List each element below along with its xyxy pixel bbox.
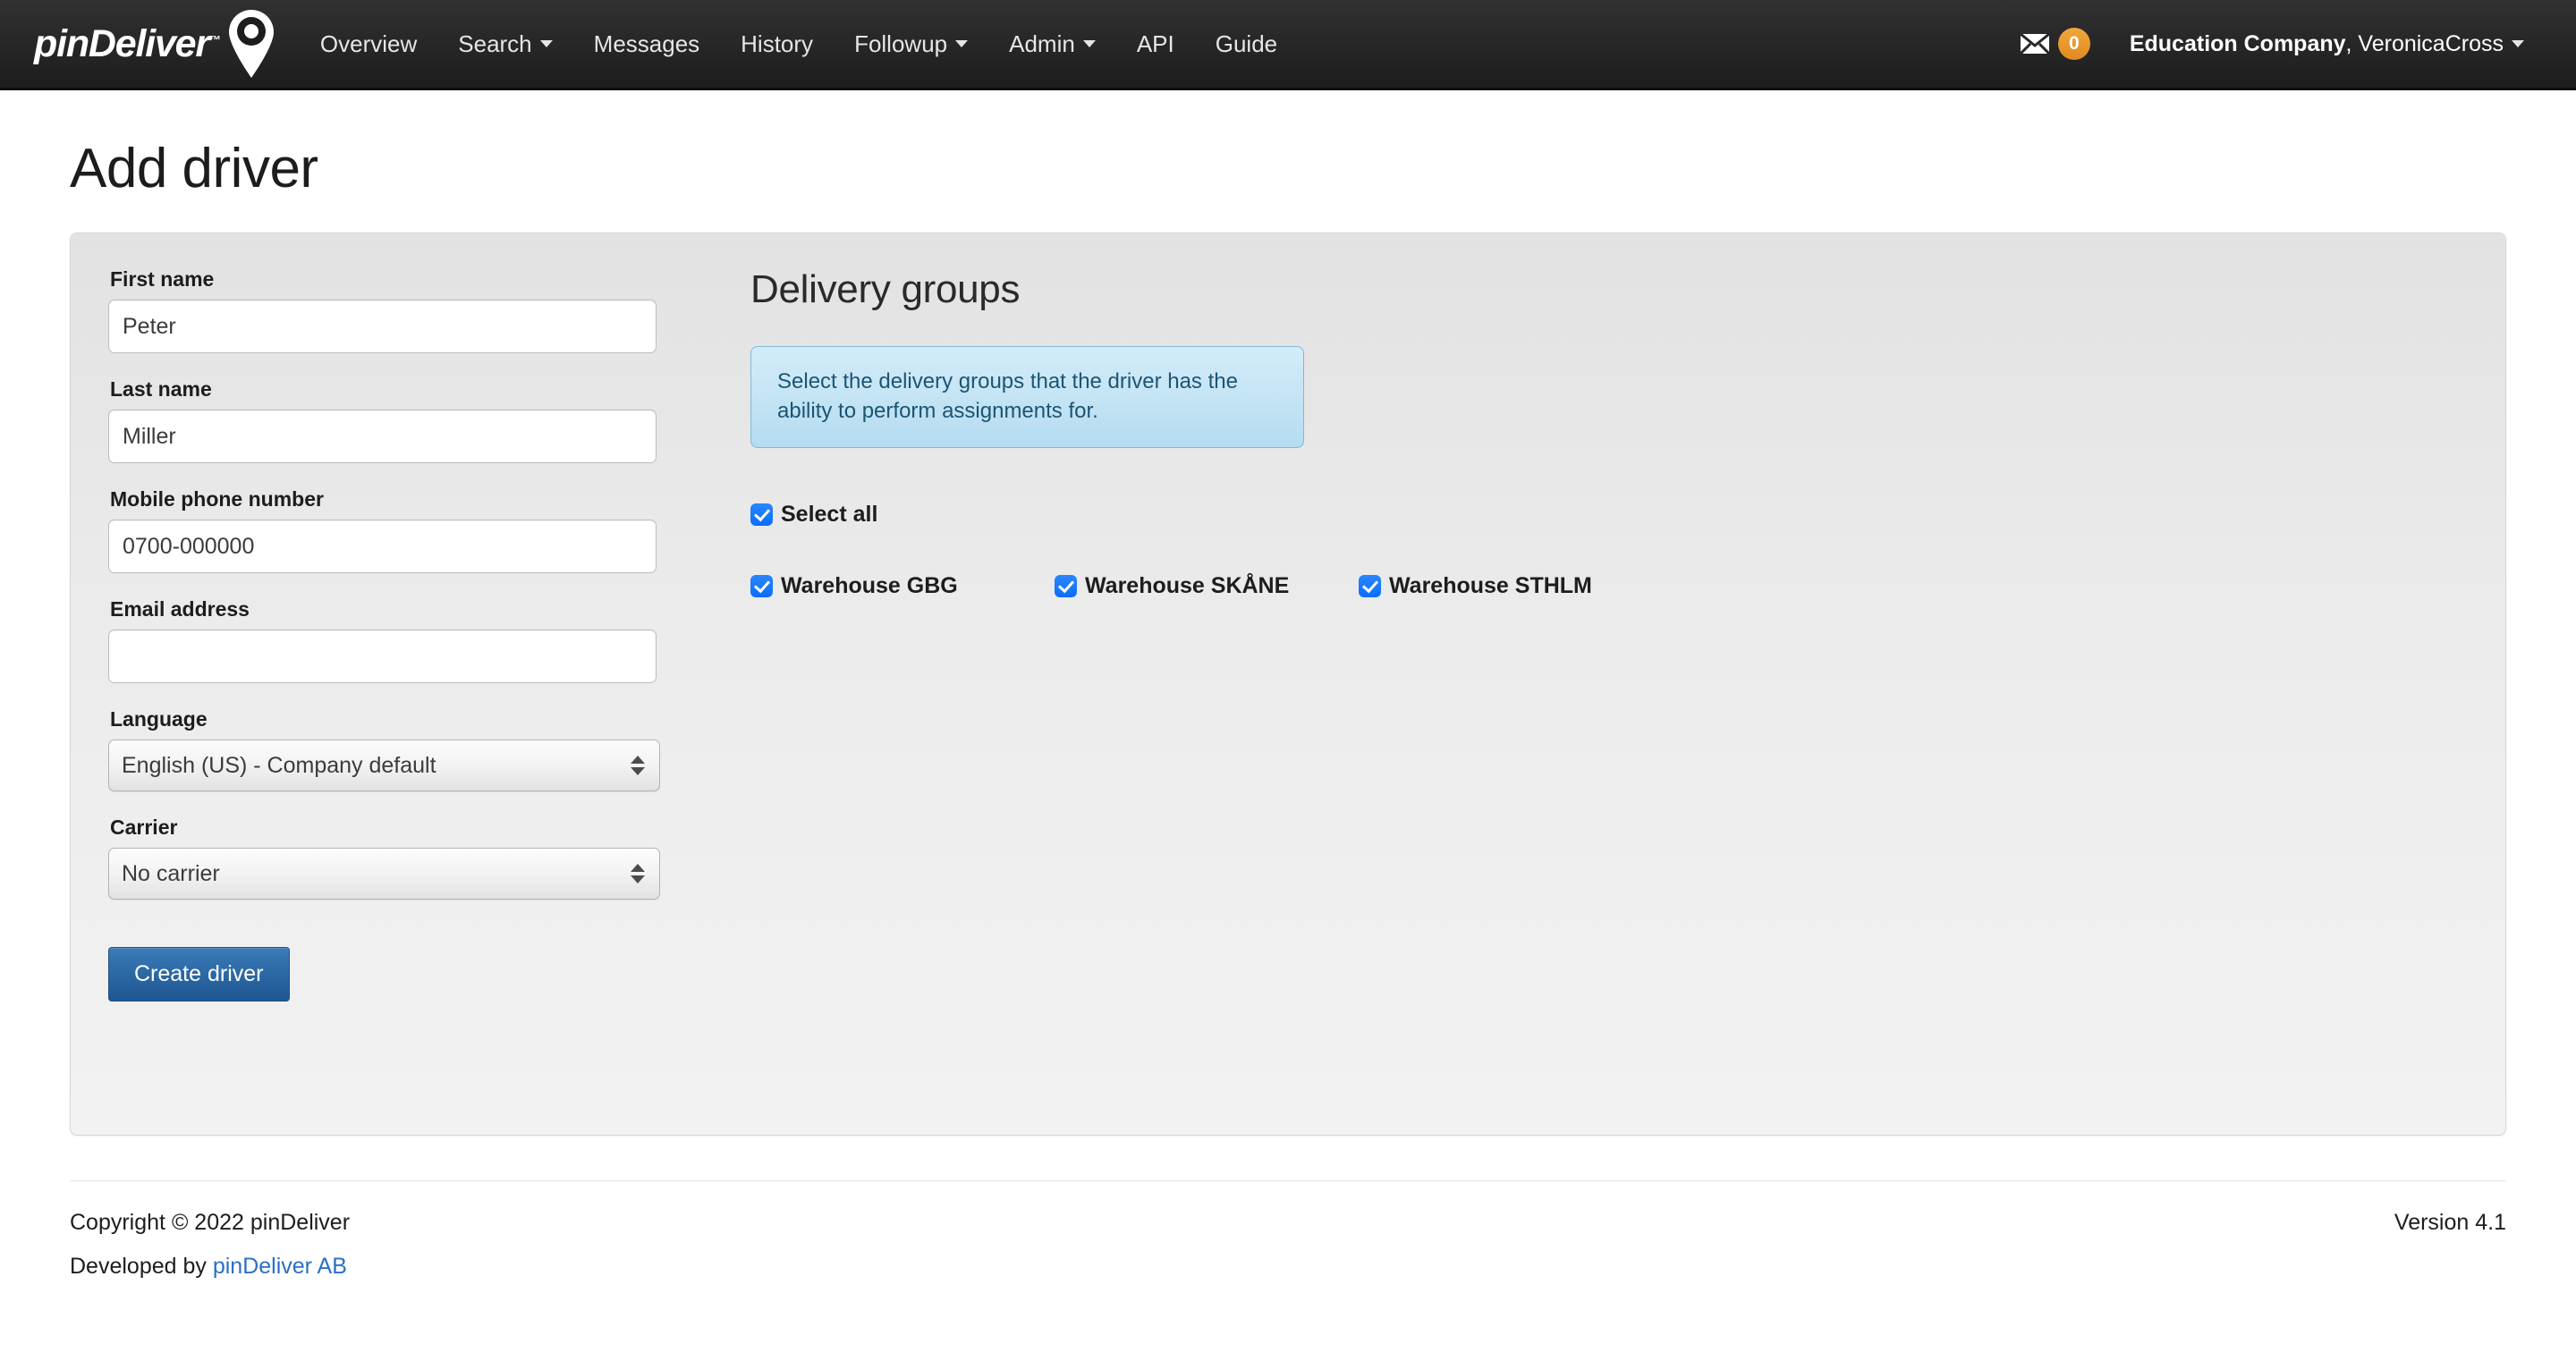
page-footer: Copyright © 2022 pinDeliver Developed by… [70,1180,2506,1298]
chevron-down-icon [955,40,969,47]
first-name-label: First name [110,267,215,291]
field-group-email: Email address [108,597,699,683]
create-driver-button[interactable]: Create driver [108,947,290,1002]
nav-label: Admin [1009,30,1075,57]
mobile-phone-input[interactable] [108,520,657,573]
warehouse-skane-checkbox[interactable] [1055,575,1077,598]
nav-label: Overview [319,30,418,57]
warehouse-gbg-checkbox[interactable] [750,575,773,598]
field-group-last-name: Last name [108,377,699,463]
chevron-down-icon [539,40,553,47]
footer-left: Copyright © 2022 pinDeliver Developed by… [70,1210,350,1298]
page-title: Add driver [70,138,318,199]
delivery-groups-info-box: Select the delivery groups that the driv… [750,346,1304,449]
footer-version: Version 4.1 [2394,1210,2506,1235]
user-account-menu[interactable]: Education Company, VeronicaCross [2105,31,2542,57]
nav-item-search[interactable]: Search [437,0,572,88]
select-all-row: Select all [750,502,2468,528]
checkbox-select-all[interactable]: Select all [750,502,1055,528]
chevron-down-icon [1082,40,1096,47]
pindeliver-ab-link[interactable]: pinDeliver AB [213,1254,347,1279]
field-group-language: Language English (US) - Company default [108,707,699,791]
warehouse-sthlm-checkbox[interactable] [1359,575,1381,598]
primary-nav: Overview Search Messages History Followu… [300,0,1298,88]
warehouse-sthlm-label: Warehouse STHLM [1389,573,1592,599]
footer-developed-by: Developed by pinDeliver AB [70,1254,350,1280]
email-label: Email address [110,597,250,621]
nav-label: Messages [593,30,700,57]
nav-item-history[interactable]: History [720,0,834,88]
warehouse-gbg-label: Warehouse GBG [781,573,958,599]
user-company-name: Education Company [2129,30,2346,56]
top-navbar: pinDeliver™ Overview Search Messages His… [0,0,2576,90]
delivery-groups-row: Warehouse GBG Warehouse SKÅNE Warehouse … [750,573,2468,599]
nav-label: API [1136,30,1174,57]
nav-item-followup[interactable]: Followup [834,0,988,88]
first-name-input[interactable] [108,300,657,353]
chevron-down-icon [2512,40,2524,47]
nav-label: Guide [1215,30,1278,57]
envelope-icon [2019,33,2050,55]
message-count-badge: 0 [2057,28,2090,60]
email-input[interactable] [108,630,657,683]
warehouse-skane-label: Warehouse SKÅNE [1085,573,1290,599]
last-name-input[interactable] [108,410,657,463]
nav-label: Search [458,30,532,57]
footer-copyright: Copyright © 2022 pinDeliver [70,1210,351,1235]
carrier-select[interactable]: No carrier [108,848,660,900]
carrier-select-wrap: No carrier [108,848,660,900]
field-group-carrier: Carrier No carrier [108,816,699,900]
trademark-symbol: ™ [208,32,221,46]
add-driver-panel: First name Last name Mobile phone number… [70,232,2506,1136]
checkbox-warehouse-skane[interactable]: Warehouse SKÅNE [1055,573,1359,599]
carrier-label: Carrier [110,816,178,839]
field-group-mobile-phone: Mobile phone number [108,487,699,573]
nav-item-overview[interactable]: Overview [300,0,437,88]
messages-indicator[interactable]: 0 [2005,28,2105,60]
language-label: Language [110,707,208,731]
navbar-right: 0 Education Company, VeronicaCross [2005,0,2542,88]
nav-item-admin[interactable]: Admin [988,0,1116,88]
nav-item-messages[interactable]: Messages [573,0,721,88]
checkbox-warehouse-gbg[interactable]: Warehouse GBG [750,573,1055,599]
developed-by-text: Developed by [70,1254,213,1279]
language-select-wrap: English (US) - Company default [108,740,660,791]
driver-form: First name Last name Mobile phone number… [108,267,699,1081]
user-display-name: , VeronicaCross [2345,30,2504,56]
nav-item-guide[interactable]: Guide [1195,0,1298,88]
delivery-groups-title: Delivery groups [750,267,1021,311]
brand-name: pinDeliver™ [34,21,221,65]
select-all-label: Select all [781,502,878,528]
select-all-checkbox[interactable] [750,503,773,527]
language-select[interactable]: English (US) - Company default [108,740,660,791]
nav-item-api[interactable]: API [1116,0,1195,88]
checkbox-warehouse-sthlm[interactable]: Warehouse STHLM [1359,573,1663,599]
footer-right: Version 4.1 [2394,1210,2506,1254]
field-group-first-name: First name [108,267,699,353]
nav-label: History [741,30,814,57]
nav-label: Followup [854,30,948,57]
page-container: Add driver First name Last name Mobile p… [0,137,2576,1298]
mobile-phone-label: Mobile phone number [110,487,324,511]
map-pin-icon [225,8,276,80]
delivery-groups-section: Delivery groups Select the delivery grou… [699,267,2468,1081]
brand-logo[interactable]: pinDeliver™ [34,0,276,88]
last-name-label: Last name [110,377,212,401]
